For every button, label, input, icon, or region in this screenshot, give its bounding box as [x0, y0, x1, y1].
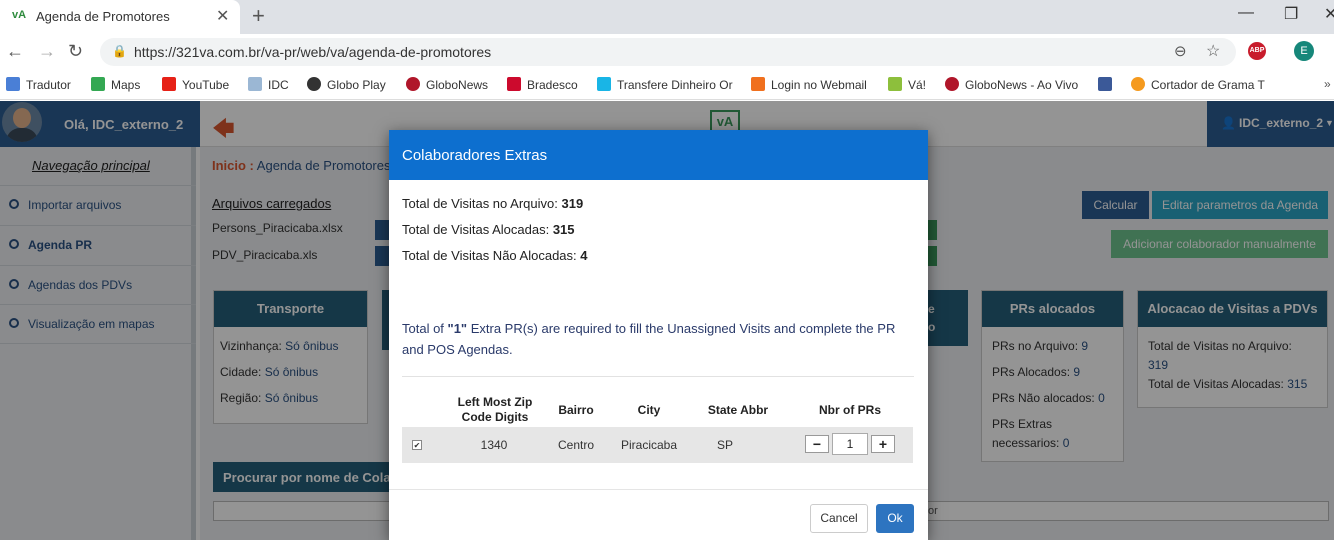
bookmark-item[interactable]: GloboNews	[406, 77, 488, 92]
close-tab-icon[interactable]: ✕	[216, 6, 229, 26]
minimize-icon[interactable]: —	[1238, 4, 1254, 22]
city-cell: Piracicaba	[620, 438, 678, 452]
bookmark-item[interactable]: YouTube	[162, 77, 229, 92]
increment-button[interactable]: +	[871, 435, 895, 453]
bookmark-item[interactable]: Transfere Dinheiro Or	[597, 77, 735, 92]
tab-title: Agenda de Promotores	[36, 9, 170, 24]
globonews-icon	[945, 77, 959, 91]
zip-cell: 1340	[480, 438, 508, 452]
bookmark-item[interactable]: Globo Play	[307, 77, 386, 92]
state-cell: SP	[716, 438, 733, 452]
close-window-icon[interactable]: ✕	[1324, 4, 1334, 24]
bookmark-item[interactable]: Tradutor	[6, 77, 71, 92]
divider	[402, 376, 914, 377]
url-text[interactable]: https://321va.com.br/va-pr/web/va/agenda…	[134, 44, 491, 60]
facebook-icon	[1098, 77, 1112, 91]
webmail-icon	[751, 77, 765, 91]
column-header: Left Most Zip Code Digits	[457, 395, 533, 424]
ok-button[interactable]: Ok	[876, 504, 914, 533]
globonews-icon	[406, 77, 420, 91]
lock-icon: 🔒	[112, 44, 127, 58]
bookmark-item[interactable]: GloboNews - Ao Vivo	[945, 77, 1081, 92]
bookmarks-bar: Tradutor Maps YouTube IDC Globo Play Glo…	[0, 70, 1334, 100]
maps-icon	[91, 77, 105, 91]
reload-icon[interactable]: ↻	[68, 41, 83, 62]
va-icon	[888, 77, 902, 91]
bookmark-star-icon[interactable]: ☆	[1206, 41, 1220, 61]
modal-title: Colaboradores Extras	[389, 130, 928, 180]
browser-tab[interactable]: vA Agenda de Promotores ✕	[0, 0, 240, 34]
bradesco-icon	[507, 77, 521, 91]
bookmark-item[interactable]: Vá!	[888, 77, 926, 92]
more-bookmarks-icon[interactable]: »	[1324, 77, 1331, 91]
new-tab-icon[interactable]: +	[252, 3, 265, 29]
nbr-prs-input[interactable]: 1	[832, 433, 868, 455]
profile-avatar[interactable]: E	[1294, 41, 1314, 61]
youtube-icon	[162, 77, 176, 91]
column-header: State Abbr	[707, 403, 769, 417]
maximize-icon[interactable]: ❐	[1284, 4, 1298, 24]
column-header: Nbr of PRs	[818, 403, 881, 417]
column-header: Bairro	[558, 403, 594, 417]
transferwise-icon	[597, 77, 611, 91]
row-checkbox[interactable]: ✔	[412, 440, 422, 450]
table-row: ✔ 1340 Centro Piracicaba SP − 1 +	[402, 427, 913, 463]
bookmark-item[interactable]	[1098, 77, 1118, 92]
modal-total-line: Total de Visitas Não Alocadas: 4	[402, 248, 588, 263]
column-header: City	[637, 403, 661, 417]
bookmark-item[interactable]: Login no Webmail	[751, 77, 867, 92]
modal-total-line: Total de Visitas no Arquivo: 319	[402, 196, 584, 211]
forward-arrow-icon[interactable]: →	[38, 41, 56, 62]
adblock-icon[interactable]: ABP	[1248, 42, 1266, 60]
zoom-icon[interactable]: ⊖	[1174, 42, 1187, 60]
decrement-button[interactable]: −	[805, 435, 829, 453]
modal-total-line: Total de Visitas Alocadas: 315	[402, 222, 575, 237]
extra-colaboradores-modal: Colaboradores Extras Total de Visitas no…	[389, 130, 928, 540]
omnibox[interactable]: 🔒 https://321va.com.br/va-pr/web/va/agen…	[100, 38, 1236, 66]
modal-message: Total of "1" Extra PR(s) are required to…	[402, 321, 896, 357]
bookmark-item[interactable]: Cortador de Grama T	[1131, 77, 1269, 92]
idc-icon	[248, 77, 262, 91]
bookmark-item[interactable]: Maps	[91, 77, 140, 92]
divider	[389, 489, 928, 490]
bookmark-item[interactable]: Bradesco	[507, 77, 578, 92]
cortador-icon	[1131, 77, 1145, 91]
translate-icon	[6, 77, 20, 91]
bairro-cell: Centro	[557, 438, 595, 452]
globoplay-icon	[307, 77, 321, 91]
cancel-button[interactable]: Cancel	[810, 504, 868, 533]
browser-tab-bar: vA Agenda de Promotores ✕ + — ❐ ✕	[0, 0, 1334, 34]
back-arrow-icon[interactable]: ←	[6, 41, 24, 62]
site-favicon-icon: vA	[12, 9, 27, 21]
bookmark-item[interactable]: IDC	[248, 77, 289, 92]
